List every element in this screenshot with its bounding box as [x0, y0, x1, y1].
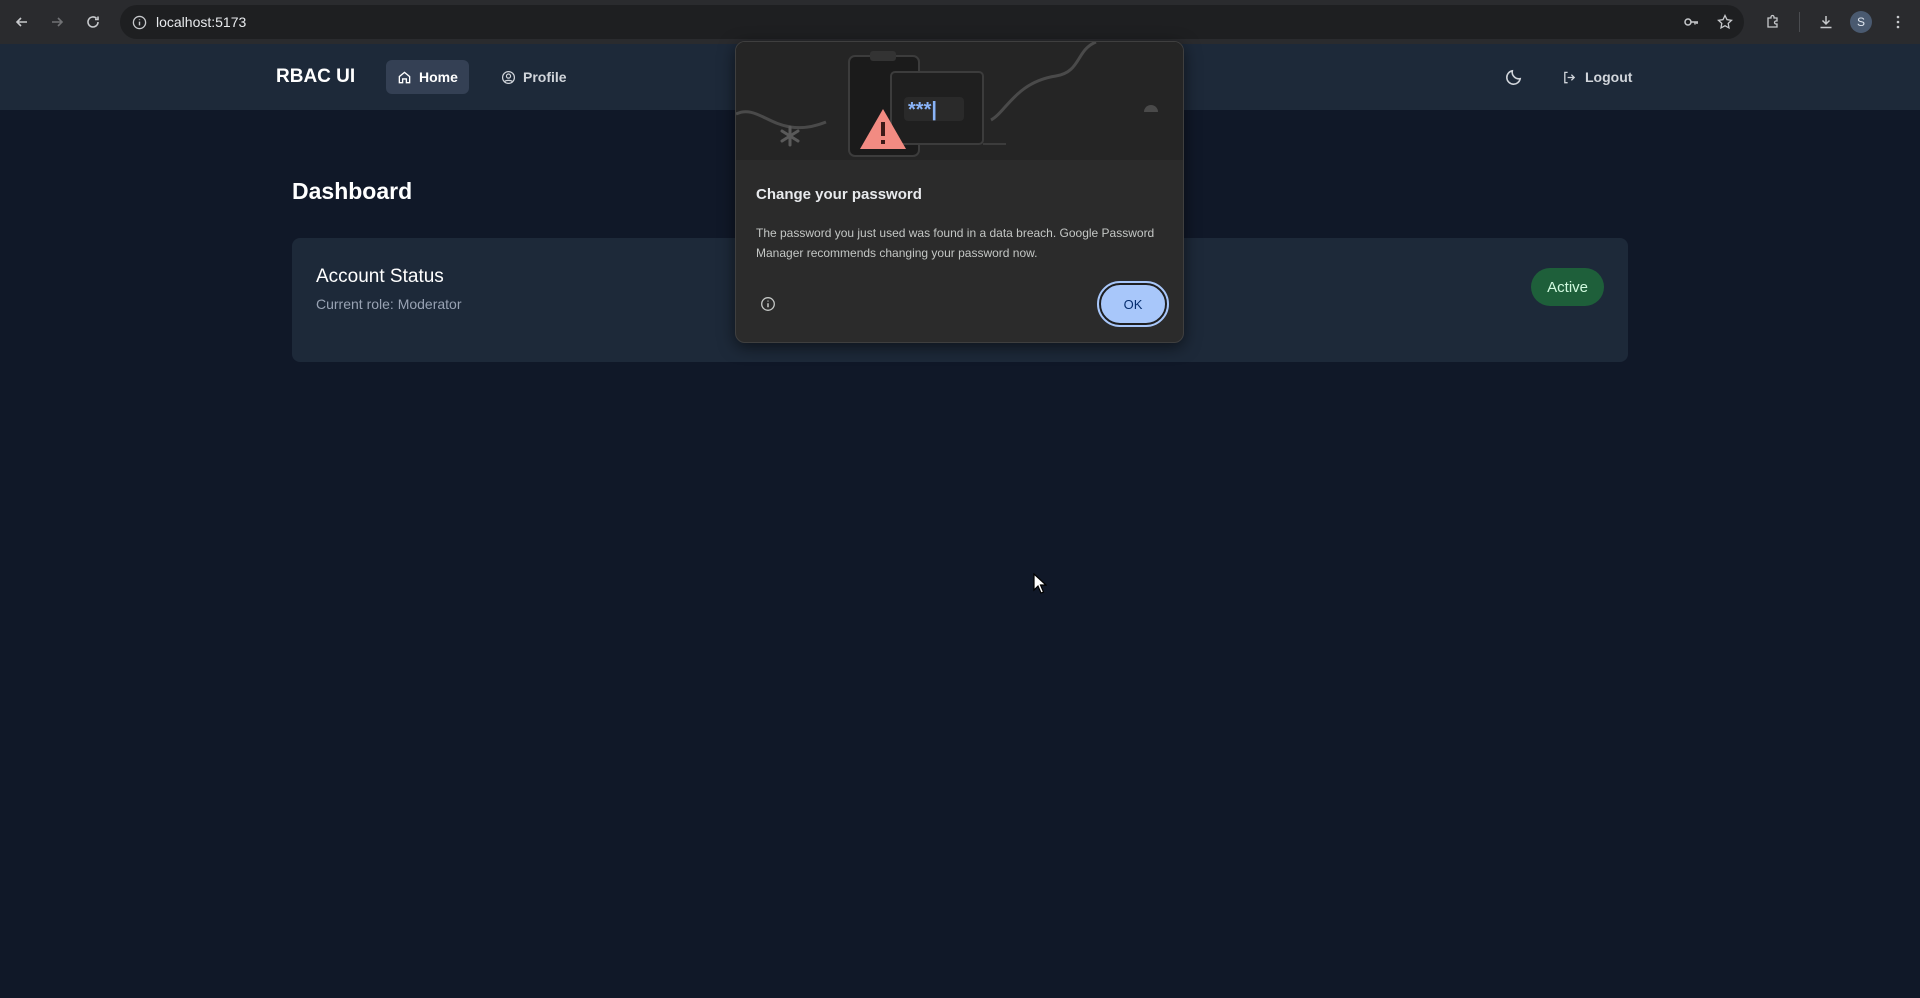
more-vertical-icon	[1896, 15, 1900, 29]
dialog-message: The password you just used was found in …	[756, 226, 1155, 260]
user-circle-icon	[501, 70, 516, 84]
home-icon	[398, 70, 411, 83]
menu-button[interactable]	[1886, 10, 1910, 34]
dialog-title: Change your password	[756, 186, 922, 203]
page-title: Dashboard	[292, 178, 413, 204]
current-role-text: Current role: Moderator	[316, 296, 462, 312]
back-button[interactable]	[10, 10, 34, 34]
url-text: localhost:5173	[156, 14, 247, 30]
card-title: Account Status	[316, 266, 444, 287]
arrow-left-icon	[15, 17, 27, 27]
moon-icon	[1506, 69, 1522, 85]
logout-button[interactable]: Logout	[1562, 60, 1632, 94]
download-icon	[1820, 16, 1832, 29]
brand-logo-text[interactable]: RBAC UI	[276, 66, 355, 88]
address-bar[interactable]: localhost:5173	[120, 5, 1744, 39]
password-breach-dialog: ***| Change your password The password y…	[735, 41, 1184, 343]
password-breach-illustration: ***|	[736, 42, 1183, 160]
site-info-icon[interactable]	[128, 11, 150, 33]
logout-icon	[1564, 71, 1576, 83]
status-badge: Active	[1531, 268, 1604, 306]
toolbar-separator	[1799, 12, 1800, 32]
nav-item-home[interactable]: Home	[386, 60, 469, 94]
extensions-button[interactable]	[1761, 10, 1785, 34]
info-icon[interactable]	[760, 296, 776, 312]
browser-toolbar: localhost:5173 S	[0, 0, 1920, 44]
puzzle-icon	[1767, 14, 1778, 28]
nav-item-label: Home	[419, 69, 458, 85]
bookmark-star-icon[interactable]	[1714, 11, 1736, 33]
downloads-button[interactable]	[1814, 10, 1838, 34]
password-key-icon[interactable]	[1680, 11, 1702, 33]
mouse-cursor-icon	[1033, 573, 1047, 594]
reload-icon	[87, 16, 99, 28]
theme-toggle-button[interactable]	[1504, 67, 1524, 87]
profile-avatar[interactable]: S	[1850, 11, 1872, 33]
logout-label: Logout	[1585, 69, 1633, 85]
forward-button[interactable]	[45, 10, 69, 34]
ok-button[interactable]: OK	[1097, 281, 1169, 327]
nav-item-label: Profile	[523, 69, 567, 85]
arrow-right-icon	[52, 17, 64, 27]
nav-item-profile[interactable]: Profile	[490, 60, 578, 94]
reload-button[interactable]	[81, 10, 105, 34]
masked-password-text: ***|	[908, 99, 937, 121]
